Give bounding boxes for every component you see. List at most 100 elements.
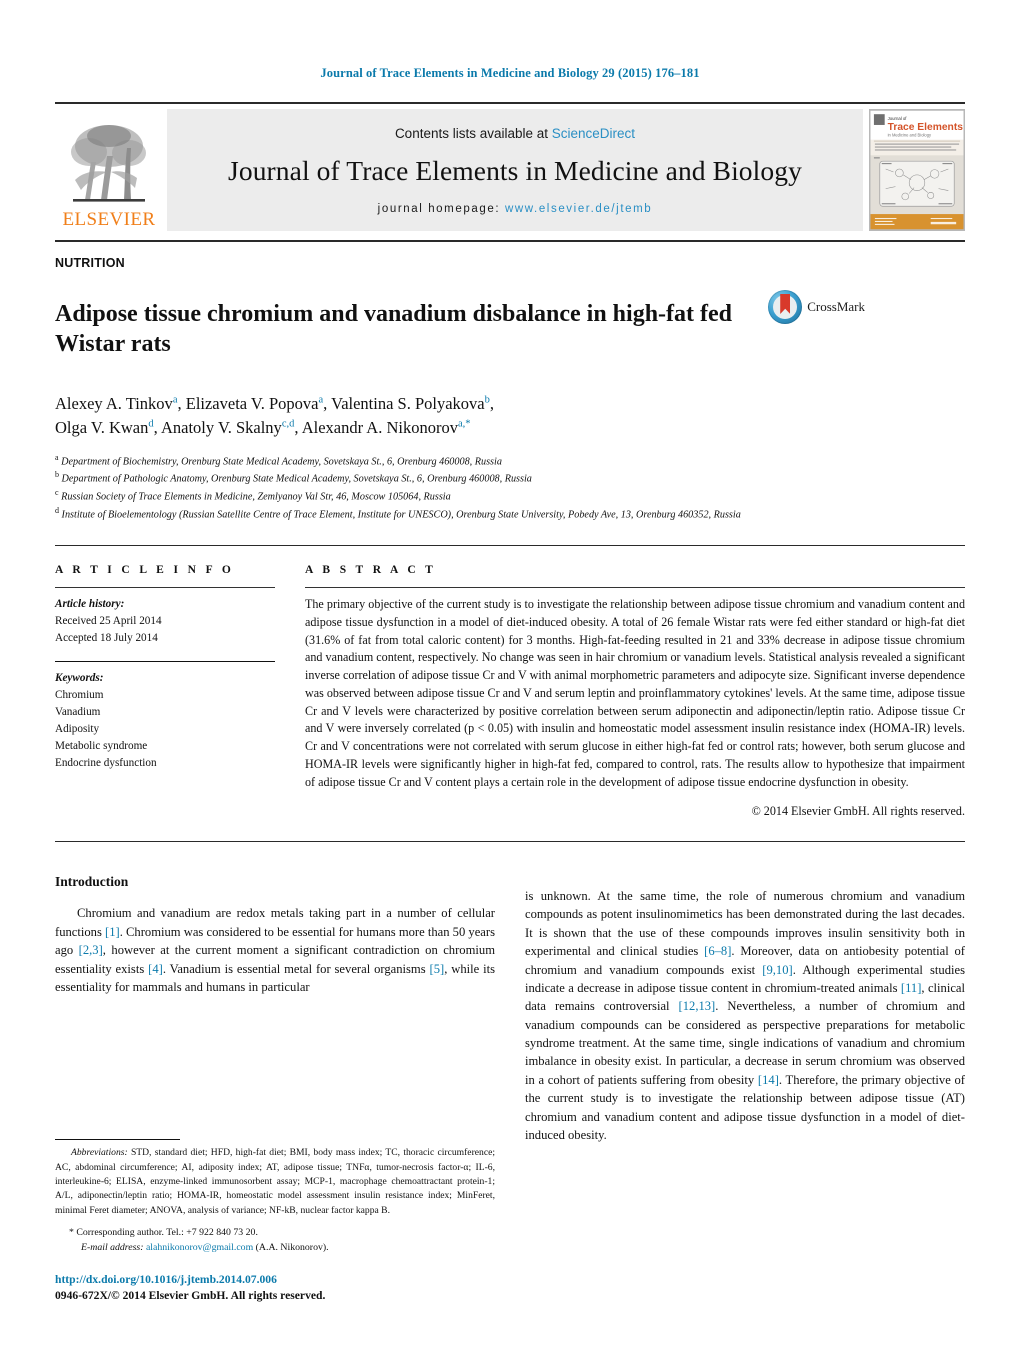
author-affil-mark: c,d: [281, 418, 295, 430]
abstract-column: A B S T R A C T The primary objective of…: [305, 564, 965, 819]
article-page: Journal of Trace Elements in Medicine an…: [0, 0, 1020, 1351]
info-top-rule: [55, 545, 965, 547]
svg-text:Trace Elements: Trace Elements: [888, 122, 964, 133]
running-head: Journal of Trace Elements in Medicine an…: [320, 66, 700, 80]
info-abstract-section: A R T I C L E I N F O Article history: R…: [55, 564, 965, 819]
masthead-bottom-rule: [55, 240, 965, 242]
article-received: Received 25 April 2014: [55, 615, 162, 628]
article-info-heading: A R T I C L E I N F O: [55, 564, 235, 577]
abstract-text: The primary objective of the current stu…: [305, 597, 965, 789]
masthead-top-rule: [55, 102, 965, 104]
keywords-rule: [55, 661, 275, 663]
keyword-item: Endocrine dysfunction: [55, 757, 157, 770]
citation-link[interactable]: [4]: [148, 962, 163, 976]
author-affil-mark: a: [172, 394, 178, 406]
author-affil-mark: d: [148, 418, 154, 430]
sciencedirect-link[interactable]: ScienceDirect: [552, 126, 635, 141]
affiliation-item: c Russian Society of Trace Elements in M…: [55, 487, 915, 505]
crossmark-badge[interactable]: CrossMark: [755, 284, 865, 324]
crossmark-label: CrossMark: [807, 299, 865, 314]
affiliation-text: Department of Pathologic Anatomy, Orenbu…: [61, 473, 532, 485]
journal-band: Contents lists available at ScienceDirec…: [167, 109, 863, 231]
citation-link[interactable]: [5]: [430, 962, 445, 976]
abstract-heading: A B S T R A C T: [305, 564, 437, 577]
abbreviations-note: Abbreviations: STD, standard diet; HFD, …: [55, 1146, 495, 1218]
journal-title: Journal of Trace Elements in Medicine an…: [228, 154, 802, 186]
citation-link[interactable]: [2,3]: [79, 943, 103, 957]
corresponding-text: Corresponding author. Tel.: +7 922 840 7…: [76, 1227, 258, 1239]
corresponding-star: *: [69, 1227, 74, 1239]
title-row: Adipose tissue chromium and vanadium dis…: [55, 284, 965, 376]
body-column-right: is unknown. At the same time, the role o…: [525, 874, 965, 1304]
email-link[interactable]: alahnikonorov@gmail.com: [146, 1242, 253, 1253]
affiliation-mark: d: [55, 506, 59, 516]
intro-left-text: . Vanadium is essential metal for severa…: [162, 961, 430, 976]
doi-block: http://dx.doi.org/10.1016/j.jtemb.2014.0…: [55, 1272, 495, 1305]
keywords-block: Keywords: Chromium Vanadium Adiposity Me…: [55, 670, 275, 772]
svg-text:Journal of: Journal of: [888, 116, 908, 121]
contents-prefix: Contents lists available at: [394, 125, 552, 141]
author-item[interactable]: Alexandr A. Nikonorova,*: [302, 418, 471, 437]
crossmark-icon: [768, 290, 803, 324]
elsevier-logo: ELSEVIER: [55, 109, 163, 231]
article-section-label: NUTRITION: [55, 256, 125, 270]
introduction-heading: Introduction: [55, 874, 129, 890]
affiliation-text: Institute of Bioelementology (Russian Sa…: [61, 509, 741, 521]
author-item[interactable]: Olga V. Kwand: [55, 418, 154, 437]
elsevier-wordmark: ELSEVIER: [62, 209, 156, 230]
issn-copyright-line: 0946-672X/© 2014 Elsevier GmbH. All righ…: [55, 1289, 326, 1303]
email-owner: (A.A. Nikonorov).: [255, 1242, 329, 1254]
keyword-item: Vanadium: [55, 706, 101, 719]
author-item[interactable]: Elizaveta V. Popovaa: [186, 394, 323, 413]
affiliation-mark: b: [55, 470, 59, 480]
affiliation-text: Department of Biochemistry, Orenburg Sta…: [61, 455, 502, 467]
keyword-item: Adiposity: [55, 723, 100, 736]
citation-link[interactable]: [11]: [901, 981, 922, 995]
citation-link[interactable]: [1]: [105, 925, 120, 939]
keyword-item: Chromium: [55, 689, 104, 702]
abstract-bottom-rule: [55, 841, 965, 843]
journal-homepage-line: journal homepage: www.elsevier.de/jtemb: [378, 203, 653, 215]
citation-link[interactable]: [6–8]: [704, 944, 731, 958]
intro-paragraph-right: is unknown. At the same time, the role o…: [525, 887, 965, 1144]
svg-text:in Medicine and Biology: in Medicine and Biology: [888, 133, 932, 138]
doi-link[interactable]: http://dx.doi.org/10.1016/j.jtemb.2014.0…: [55, 1272, 495, 1288]
abbreviations-label: Abbreviations:: [71, 1147, 128, 1159]
author-affil-mark: a: [318, 394, 324, 406]
author-item[interactable]: Anatoly V. Skalnyc,d: [161, 418, 294, 437]
citation-link[interactable]: [14]: [758, 1073, 779, 1087]
body-columns: Introduction Chromium and vanadium are r…: [55, 874, 965, 1304]
affiliation-item: a Department of Biochemistry, Orenburg S…: [55, 452, 915, 470]
author-item[interactable]: Valentina S. Polyakovab: [331, 394, 490, 413]
email-label: E-mail address:: [81, 1242, 144, 1254]
page-title: Adipose tissue chromium and vanadium dis…: [55, 301, 733, 357]
affiliation-list: a Department of Biochemistry, Orenburg S…: [55, 452, 915, 524]
article-info-column: A R T I C L E I N F O Article history: R…: [55, 564, 305, 819]
copyright-line: © 2014 Elsevier GmbH. All rights reserve…: [751, 804, 965, 819]
body-column-left: Introduction Chromium and vanadium are r…: [55, 874, 495, 1304]
citation-link[interactable]: [12,13]: [679, 999, 716, 1013]
affiliation-item: b Department of Pathologic Anatomy, Oren…: [55, 469, 915, 487]
email-line: E-mail address: alahnikonorov@gmail.com …: [69, 1240, 495, 1255]
corresponding-author-note: * Corresponding author. Tel.: +7 922 840…: [55, 1225, 495, 1255]
journal-cover-thumbnail[interactable]: Journal of Trace Elements in Medicine an…: [869, 109, 965, 231]
citation-link[interactable]: [9,10]: [762, 963, 792, 977]
author-affil-mark: b: [484, 394, 490, 406]
article-info-rule: [55, 587, 275, 589]
author-affil-mark: a,*: [457, 418, 471, 430]
affiliation-mark: c: [55, 488, 59, 498]
abstract-rule: [305, 587, 965, 589]
article-history-label: Article history:: [55, 598, 125, 611]
journal-homepage-link[interactable]: www.elsevier.de/jtemb: [505, 203, 652, 215]
contents-available-line: Contents lists available at ScienceDirec…: [395, 126, 635, 141]
elsevier-tree-icon: [67, 120, 151, 208]
affiliation-mark: a: [55, 452, 59, 462]
journal-masthead: ELSEVIER Contents lists available at Sci…: [55, 109, 965, 231]
article-accepted: Accepted 18 July 2014: [55, 632, 158, 645]
author-item[interactable]: Alexey A. Tinkova: [55, 394, 177, 413]
footnote-block: Abbreviations: STD, standard diet; HFD, …: [55, 1139, 495, 1304]
article-history: Article history: Received 25 April 2014 …: [55, 596, 275, 647]
affiliation-text: Russian Society of Trace Elements in Med…: [61, 491, 451, 503]
corresponding-line: * Corresponding author. Tel.: +7 922 840…: [69, 1225, 495, 1240]
intro-paragraph-left: Chromium and vanadium are redox metals t…: [55, 904, 495, 996]
